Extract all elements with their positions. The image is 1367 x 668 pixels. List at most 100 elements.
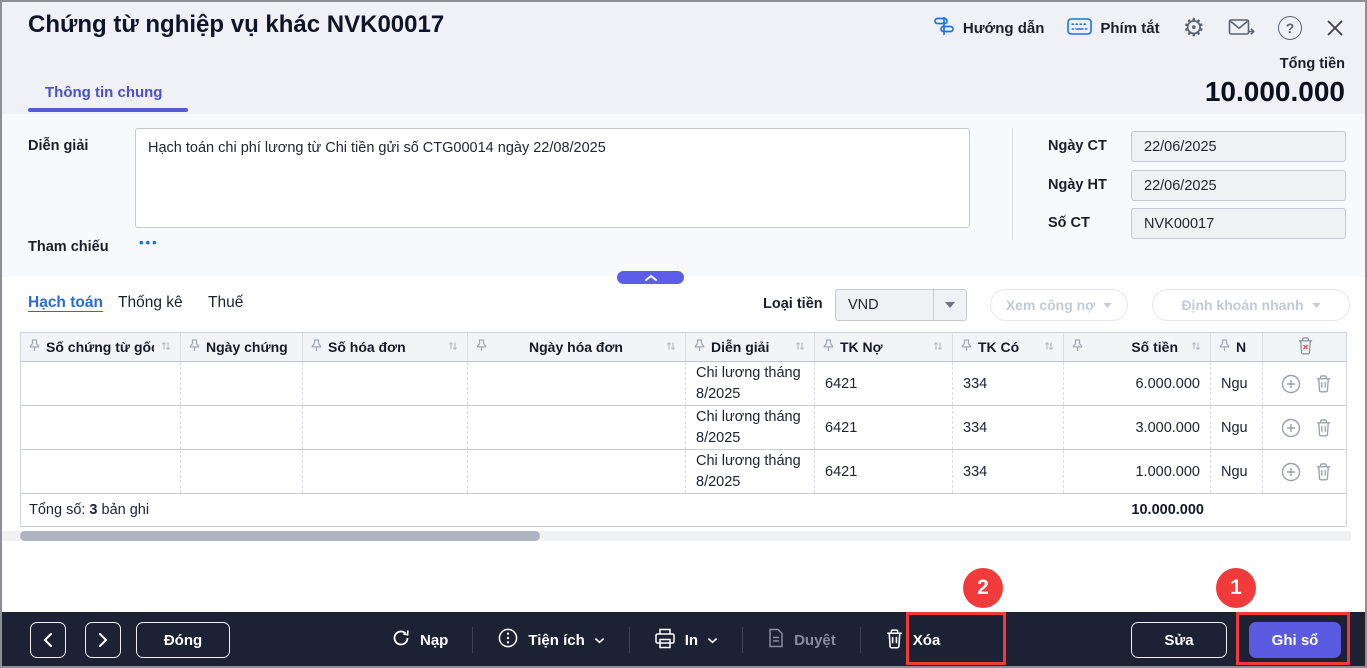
add-row-icon[interactable] [1280,417,1302,439]
sort-icon[interactable] [665,339,677,355]
pin-icon[interactable] [694,339,705,355]
reference-more-button[interactable]: ••• [139,235,159,250]
post-button[interactable]: Ghi sổ [1249,622,1341,658]
sort-icon[interactable] [794,339,806,355]
sort-icon[interactable] [1043,339,1055,355]
col-header-original-doc-no[interactable]: Số chứng từ gốc [21,333,181,361]
table-header-row: Số chứng từ gốc Ngày chứng Số hóa đơn Ng… [21,332,1346,362]
cell-invoice-no[interactable] [303,450,468,493]
delete-row-icon[interactable] [1315,418,1332,437]
cell-debit-account[interactable]: 6421 [815,362,953,405]
col-header-original-doc-date[interactable]: Ngày chứng [181,333,303,361]
cell-invoice-no[interactable] [303,406,468,449]
cell-invoice-date[interactable] [468,362,686,405]
post-date-input[interactable]: 22/06/2025 [1131,170,1346,201]
tab-accounting[interactable]: Hạch toán [28,294,103,312]
shortcut-label: Phím tắt [1100,20,1159,37]
tab-general-info[interactable]: Thông tin chung [45,84,162,101]
cell-invoice-no[interactable] [303,362,468,405]
delete-row-icon[interactable] [1315,374,1332,393]
cell-description[interactable]: Chi lương tháng 8/2025 [686,450,815,493]
next-record-button[interactable] [85,622,121,658]
pin-icon[interactable] [823,339,834,355]
help-icon[interactable]: ? [1278,16,1302,40]
tab-tax[interactable]: Thuế [208,294,243,312]
sort-icon[interactable] [932,339,944,355]
col-header-invoice-no[interactable]: Số hóa đơn [303,333,468,361]
approve-button[interactable]: Duyệt [767,628,836,652]
col-header-description[interactable]: Diễn giải [686,333,815,361]
cell-original-doc-no[interactable] [21,450,181,493]
pin-icon[interactable] [1072,339,1083,355]
table-row[interactable]: Chi lương tháng 8/2025 6421 334 6.000.00… [21,362,1346,406]
close-document-button[interactable]: Đóng [136,622,230,658]
delete-button[interactable]: Xóa [885,628,941,653]
currency-select[interactable]: VND [835,289,967,321]
cell-invoice-date[interactable] [468,450,686,493]
pin-icon[interactable] [476,339,487,355]
edit-button[interactable]: Sửa [1131,622,1227,658]
horizontal-scrollbar-thumb[interactable] [20,531,540,541]
collapse-section-button[interactable] [617,271,684,284]
description-input[interactable]: Hạch toán chi phí lương từ Chi tiền gửi … [135,128,970,228]
horizontal-scrollbar-track[interactable] [0,531,1351,541]
reload-button[interactable]: Nạp [391,628,448,652]
cell-original-doc-no[interactable] [21,362,181,405]
sort-icon[interactable] [160,339,172,355]
prev-record-button[interactable] [30,622,66,658]
cell-debit-account[interactable]: 6421 [815,450,953,493]
cell-credit-account[interactable]: 334 [953,362,1064,405]
cell-description[interactable]: Chi lương tháng 8/2025 [686,406,815,449]
shortcut-button[interactable]: Phím tắt [1067,17,1159,40]
cell-amount[interactable]: 1.000.000 [1064,450,1211,493]
sort-icon[interactable] [447,339,459,355]
cell-invoice-date[interactable] [468,406,686,449]
print-button[interactable]: In [654,628,718,653]
cell-credit-account[interactable]: 334 [953,406,1064,449]
cell-original-doc-no[interactable] [21,406,181,449]
tab-statistics[interactable]: Thống kê [118,294,183,312]
add-row-icon[interactable] [1280,461,1302,483]
cell-original-doc-date[interactable] [181,450,303,493]
send-mail-icon[interactable] [1228,17,1255,39]
table-row[interactable]: Chi lương tháng 8/2025 6421 334 1.000.00… [21,450,1346,494]
doc-no-input[interactable]: NVK00017 [1131,208,1346,239]
guide-label: Hướng dẫn [963,20,1045,37]
close-icon[interactable] [1325,18,1345,38]
sort-icon[interactable] [1190,339,1202,355]
cell-original-doc-date[interactable] [181,362,303,405]
add-row-icon[interactable] [1280,373,1302,395]
col-header-debit-account[interactable]: TK Nợ [815,333,953,361]
cell-debit-account[interactable]: 6421 [815,406,953,449]
table-row[interactable]: Chi lương tháng 8/2025 6421 334 3.000.00… [21,406,1346,450]
col-header-invoice-date[interactable]: Ngày hóa đơn [468,333,686,361]
cell-original-doc-date[interactable] [181,406,303,449]
col-header-amount[interactable]: Số tiền [1064,333,1211,361]
col-header-delete-all[interactable] [1263,333,1348,361]
col-header-credit-account[interactable]: TK Có [953,333,1064,361]
cell-amount[interactable]: 6.000.000 [1064,362,1211,405]
cell-object[interactable]: Ngu [1211,406,1263,449]
pin-icon[interactable] [29,339,40,355]
delete-row-icon[interactable] [1315,462,1332,481]
cell-amount[interactable]: 3.000.000 [1064,406,1211,449]
cell-object[interactable]: Ngu [1211,362,1263,405]
view-debt-button[interactable]: Xem công nợ [990,289,1128,321]
cell-credit-account[interactable]: 334 [953,450,1064,493]
gear-icon[interactable]: ⚙ [1183,16,1205,41]
pin-icon[interactable] [1219,339,1230,355]
col-header-object[interactable]: N [1211,333,1263,361]
delete-all-icon[interactable] [1297,336,1314,358]
record-count-suffix: bản ghi [102,502,150,518]
detail-toolbar: Hạch toán Thống kê Thuế Loại tiền VND Xe… [0,277,1367,332]
cell-description[interactable]: Chi lương tháng 8/2025 [686,362,815,405]
pin-icon[interactable] [189,339,200,355]
cell-object[interactable]: Ngu [1211,450,1263,493]
utilities-button[interactable]: Tiện ích [497,627,604,653]
currency-value: VND [836,297,933,313]
doc-date-input[interactable]: 22/06/2025 [1131,131,1346,162]
pin-icon[interactable] [961,339,972,355]
guide-button[interactable]: Hướng dẫn [933,15,1045,41]
pin-icon[interactable] [311,339,322,355]
quick-posting-button[interactable]: Định khoản nhanh [1152,289,1350,321]
